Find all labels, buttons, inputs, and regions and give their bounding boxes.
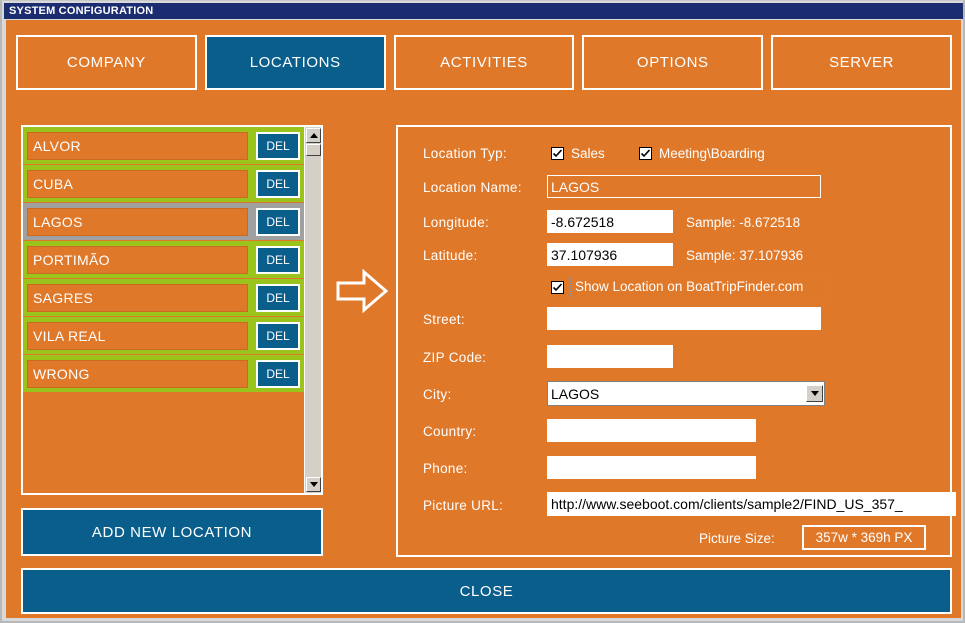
scrollbar-thumb[interactable]: [306, 144, 321, 156]
latitude-sample-text: Sample: 37.107936: [686, 248, 804, 263]
zip-code-input[interactable]: [547, 345, 673, 368]
show-location-label: Show Location on BoatTripFinder.com: [575, 279, 804, 294]
location-details-panel: Location Typ: Sales Meeting\Boarding Loc…: [396, 125, 956, 557]
location-list: ALVOR DEL CUBA DEL LAGOS DEL PORTIMÃO DE…: [23, 127, 304, 493]
tab-locations-label: LOCATIONS: [249, 54, 341, 71]
scroll-up-arrow-icon[interactable]: [306, 128, 321, 143]
show-location-checkbox[interactable]: [551, 281, 564, 294]
street-input[interactable]: [547, 307, 821, 330]
location-name-input[interactable]: LAGOS: [547, 175, 821, 198]
delete-location-button[interactable]: DEL: [256, 131, 300, 160]
location-name-label: Location Name:: [423, 180, 522, 195]
location-name-field[interactable]: SAGRES: [27, 283, 248, 312]
tab-company[interactable]: COMPANY: [16, 35, 197, 90]
country-input[interactable]: [547, 419, 756, 442]
tab-activities[interactable]: ACTIVITIES: [393, 35, 575, 90]
tab-activities-label: ACTIVITIES: [440, 54, 528, 71]
list-item[interactable]: WRONG DEL: [23, 355, 304, 393]
longitude-sample-text: Sample: -8.672518: [686, 215, 801, 230]
longitude-input[interactable]: -8.672518: [547, 210, 673, 233]
window-title: SYSTEM CONFIGURATION: [9, 5, 154, 17]
tab-options-label: OPTIONS: [636, 54, 709, 71]
window-titlebar: SYSTEM CONFIGURATION: [4, 3, 963, 19]
picture-size-label: Picture Size:: [699, 531, 775, 546]
latitude-label: Latitude:: [423, 248, 478, 263]
tab-server[interactable]: SERVER: [771, 35, 952, 90]
delete-location-button[interactable]: DEL: [256, 359, 300, 388]
delete-location-button[interactable]: DEL: [256, 321, 300, 350]
phone-input[interactable]: [547, 456, 756, 479]
list-item[interactable]: ALVOR DEL: [23, 127, 304, 165]
list-item-selected[interactable]: LAGOS DEL: [23, 203, 304, 241]
city-select[interactable]: LAGOS: [547, 381, 825, 406]
close-button[interactable]: CLOSE: [21, 568, 952, 614]
location-name-field[interactable]: WRONG: [27, 359, 248, 388]
tab-bar: COMPANY LOCATIONS ACTIVITIES OPTIONS SER…: [16, 35, 952, 90]
system-configuration-window: SYSTEM CONFIGURATION COMPANY LOCATIONS A…: [0, 0, 965, 623]
list-item[interactable]: CUBA DEL: [23, 165, 304, 203]
street-label: Street:: [423, 312, 465, 327]
list-item[interactable]: VILA REAL DEL: [23, 317, 304, 355]
picture-url-label: Picture URL:: [423, 498, 504, 513]
sales-checkbox[interactable]: [551, 147, 564, 160]
delete-location-button[interactable]: DEL: [256, 245, 300, 274]
add-new-location-button[interactable]: ADD NEW LOCATION: [21, 508, 323, 556]
close-button-label: CLOSE: [459, 582, 514, 600]
chevron-down-icon[interactable]: [806, 385, 823, 402]
right-arrow-icon: [336, 268, 389, 314]
longitude-label: Longitude:: [423, 215, 490, 230]
location-name-field[interactable]: PORTIMÃO: [27, 245, 248, 274]
scroll-down-arrow-icon[interactable]: [306, 477, 321, 492]
tab-options[interactable]: OPTIONS: [582, 35, 764, 90]
meeting-boarding-checkbox[interactable]: [639, 147, 652, 160]
list-item[interactable]: PORTIMÃO DEL: [23, 241, 304, 279]
delete-location-button[interactable]: DEL: [256, 283, 300, 312]
meeting-boarding-label: Meeting\Boarding: [659, 146, 765, 161]
zip-code-label: ZIP Code:: [423, 350, 487, 365]
delete-location-button[interactable]: DEL: [256, 169, 300, 198]
city-label: City:: [423, 387, 452, 402]
picture-size-value: 357w * 369h PX: [802, 525, 926, 550]
phone-label: Phone:: [423, 461, 468, 476]
tab-company-label: COMPANY: [66, 54, 146, 71]
location-name-field[interactable]: VILA REAL: [27, 321, 248, 350]
list-scrollbar[interactable]: [304, 127, 321, 493]
window-client-area: COMPANY LOCATIONS ACTIVITIES OPTIONS SER…: [6, 20, 961, 618]
delete-location-button[interactable]: DEL: [256, 207, 300, 236]
sales-label: Sales: [571, 146, 605, 161]
location-name-field[interactable]: ALVOR: [27, 131, 248, 160]
latitude-input[interactable]: 37.107936: [547, 243, 673, 266]
location-name-field[interactable]: CUBA: [27, 169, 248, 198]
add-new-location-label: ADD NEW LOCATION: [91, 523, 253, 541]
location-list-panel: ALVOR DEL CUBA DEL LAGOS DEL PORTIMÃO DE…: [21, 125, 323, 495]
location-name-field[interactable]: LAGOS: [27, 207, 248, 236]
tab-locations[interactable]: LOCATIONS: [204, 35, 386, 90]
country-label: Country:: [423, 424, 477, 439]
list-item[interactable]: SAGRES DEL: [23, 279, 304, 317]
location-type-label: Location Typ:: [423, 146, 507, 161]
picture-url-input[interactable]: http://www.seeboot.com/clients/sample2/F…: [547, 492, 956, 516]
tab-server-label: SERVER: [829, 54, 895, 71]
